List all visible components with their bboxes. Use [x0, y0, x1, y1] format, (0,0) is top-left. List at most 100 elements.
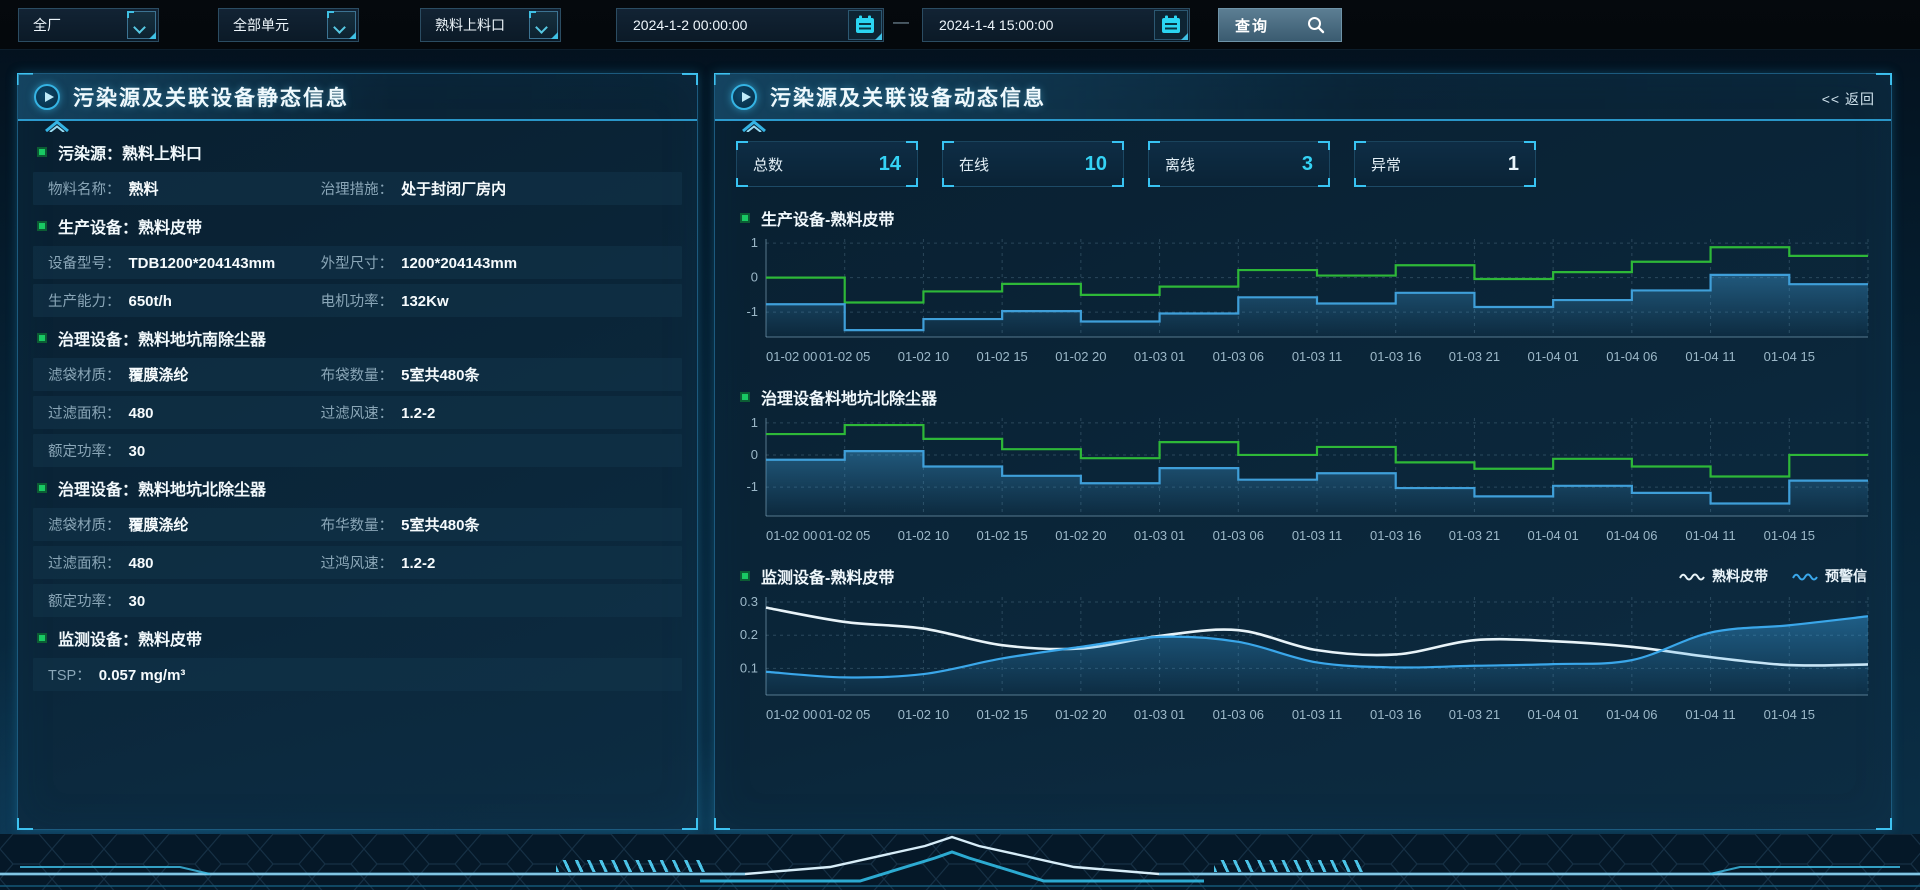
info-cell: 额定功率：30	[48, 590, 321, 611]
svg-text:01-02 20: 01-02 20	[1055, 349, 1106, 364]
svg-text:01-03 21: 01-03 21	[1449, 349, 1500, 364]
section-header: 治理设备：熟料地坑南除尘器	[33, 322, 682, 353]
info-label: 布袋数量：	[321, 364, 394, 385]
dynamic-info-title: 污染源及关联设备动态信息	[770, 82, 1046, 112]
info-row: 滤袋材质：覆膜涤纶布袋数量：5室共480条	[33, 358, 682, 391]
static-info-title: 污染源及关联设备静态信息	[73, 82, 349, 112]
back-button[interactable]: << 返回	[1822, 89, 1875, 109]
svg-text:01-04 01: 01-04 01	[1527, 707, 1578, 722]
green-square-icon	[740, 571, 750, 581]
info-cell: 额定功率：30	[48, 440, 321, 461]
info-label: 生产能力：	[48, 290, 121, 311]
svg-text:01-03 01: 01-03 01	[1134, 528, 1185, 543]
svg-text:01-04 11: 01-04 11	[1685, 707, 1735, 722]
stat-card: 总数14	[736, 141, 918, 187]
svg-text:01-04 11: 01-04 11	[1685, 349, 1735, 364]
chart-title: 生产设备-熟料皮带	[761, 206, 894, 230]
svg-text:0.1: 0.1	[740, 660, 758, 675]
green-square-icon	[740, 213, 750, 223]
chart-block: 监测设备-熟料皮带熟料皮带预警信0.30.20.101-02 0001-02 0…	[736, 562, 1871, 732]
svg-text:-1: -1	[746, 304, 758, 319]
unit-select-value: 全部单元	[233, 15, 289, 35]
info-label: 额定功率：	[48, 440, 121, 461]
info-label: 过滤面积：	[48, 552, 121, 573]
svg-text:01-03 01: 01-03 01	[1134, 349, 1185, 364]
footer-hatch-left	[556, 860, 706, 872]
stat-label: 异常	[1371, 154, 1401, 175]
info-row: 设备型号： TDB1200*204143mm 外型尺寸：1200*204143mm	[33, 246, 682, 279]
query-button[interactable]: 查询	[1218, 8, 1342, 42]
chart-title-row: 监测设备-熟料皮带熟料皮带预警信	[736, 562, 1871, 589]
chart-title-row: 治理设备料地坑北除尘器	[736, 383, 1871, 410]
info-value: TDB1200*204143mm	[129, 255, 276, 272]
stat-card: 离线3	[1148, 141, 1330, 187]
svg-text:01-04 01: 01-04 01	[1527, 349, 1578, 364]
date-to-input[interactable]: 2024-1-4 15:00:00	[922, 8, 1190, 42]
legend-label: 预警信	[1825, 566, 1867, 586]
info-label: 设备型号：	[48, 252, 121, 273]
section-title: 污染源：熟料上料口	[58, 140, 202, 164]
info-row: 滤袋材质：覆膜涤纶布华数量：5室共480条	[33, 508, 682, 541]
stat-value: 10	[1085, 153, 1107, 176]
svg-text:01-02 10: 01-02 10	[898, 707, 949, 722]
info-cell: 外型尺寸：1200*204143mm	[321, 252, 682, 273]
legend-item[interactable]: 熟料皮带	[1679, 566, 1768, 586]
section-title: 治理设备：熟料地坑北除尘器	[58, 476, 266, 500]
charts-area: 生产设备-熟料皮带10-101-02 0001-02 0501-02 1001-…	[736, 204, 1871, 732]
chart-canvas: 10-101-02 0001-02 0501-02 1001-02 1501-0…	[736, 410, 1872, 548]
green-square-icon	[37, 147, 47, 157]
svg-text:1: 1	[751, 415, 758, 430]
source-select-value: 熟料上料口	[435, 15, 505, 35]
calendar-icon[interactable]	[1154, 10, 1188, 40]
svg-text:0.2: 0.2	[740, 627, 758, 642]
svg-text:01-02 00: 01-02 00	[766, 349, 817, 364]
info-row: 生产能力：650t/h电机功率：132Kw	[33, 284, 682, 317]
svg-text:01-02 05: 01-02 05	[819, 528, 870, 543]
svg-text:01-03 16: 01-03 16	[1370, 707, 1421, 722]
svg-text:01-04 11: 01-04 11	[1685, 528, 1735, 543]
footer-hatch-right	[1214, 860, 1364, 872]
svg-text:01-04 06: 01-04 06	[1606, 528, 1657, 543]
info-value: 480	[129, 405, 154, 422]
static-info-header: 污染源及关联设备静态信息	[18, 74, 697, 121]
plant-select[interactable]: 全厂	[18, 8, 159, 42]
top-filter-bar: 全厂 全部单元 熟料上料口 2024-1-2 00:00:00 — 2024-1…	[0, 0, 1920, 50]
info-label: 滤袋材质：	[48, 514, 121, 535]
date-from-input[interactable]: 2024-1-2 00:00:00	[616, 8, 884, 42]
section-header: 监测设备：熟料皮带	[33, 622, 682, 653]
svg-text:01-02 10: 01-02 10	[898, 528, 949, 543]
info-label: 治理措施：	[321, 178, 394, 199]
wave-line-icon	[1792, 570, 1818, 582]
stat-label: 离线	[1165, 154, 1195, 175]
info-label: 外型尺寸：	[321, 252, 394, 273]
info-cell: 布袋数量：5室共480条	[321, 364, 682, 385]
header-chevron-decoration	[44, 119, 70, 132]
svg-text:01-03 06: 01-03 06	[1213, 349, 1264, 364]
info-value: 480	[129, 555, 154, 572]
info-cell: 布华数量：5室共480条	[321, 514, 682, 535]
play-icon	[34, 84, 60, 110]
calendar-icon[interactable]	[848, 10, 882, 40]
chevron-down-icon	[127, 11, 156, 39]
stat-card: 在线10	[942, 141, 1124, 187]
info-row: 额定功率：30	[33, 584, 682, 617]
svg-text:01-03 11: 01-03 11	[1292, 707, 1342, 722]
chevron-down-icon	[529, 11, 558, 39]
source-select[interactable]: 熟料上料口	[420, 8, 561, 42]
legend-item[interactable]: 预警信	[1792, 566, 1867, 586]
header-chevron-decoration	[741, 119, 767, 132]
stat-label: 总数	[753, 154, 783, 175]
dynamic-info-header: 污染源及关联设备动态信息 << 返回	[715, 74, 1891, 121]
svg-text:01-04 06: 01-04 06	[1606, 707, 1657, 722]
info-row: 物料名称：熟料治理措施：处于封闭厂房内	[33, 172, 682, 205]
info-cell: 物料名称：熟料	[48, 178, 321, 199]
svg-text:-1: -1	[746, 479, 758, 494]
svg-text:01-04 15: 01-04 15	[1764, 349, 1815, 364]
info-cell: 滤袋材质：覆膜涤纶	[48, 364, 321, 385]
svg-text:01-03 11: 01-03 11	[1292, 528, 1342, 543]
info-label: TSP：	[48, 664, 91, 685]
unit-select[interactable]: 全部单元	[218, 8, 359, 42]
svg-text:01-02 20: 01-02 20	[1055, 707, 1106, 722]
svg-text:01-02 05: 01-02 05	[819, 349, 870, 364]
svg-text:01-03 06: 01-03 06	[1213, 528, 1264, 543]
